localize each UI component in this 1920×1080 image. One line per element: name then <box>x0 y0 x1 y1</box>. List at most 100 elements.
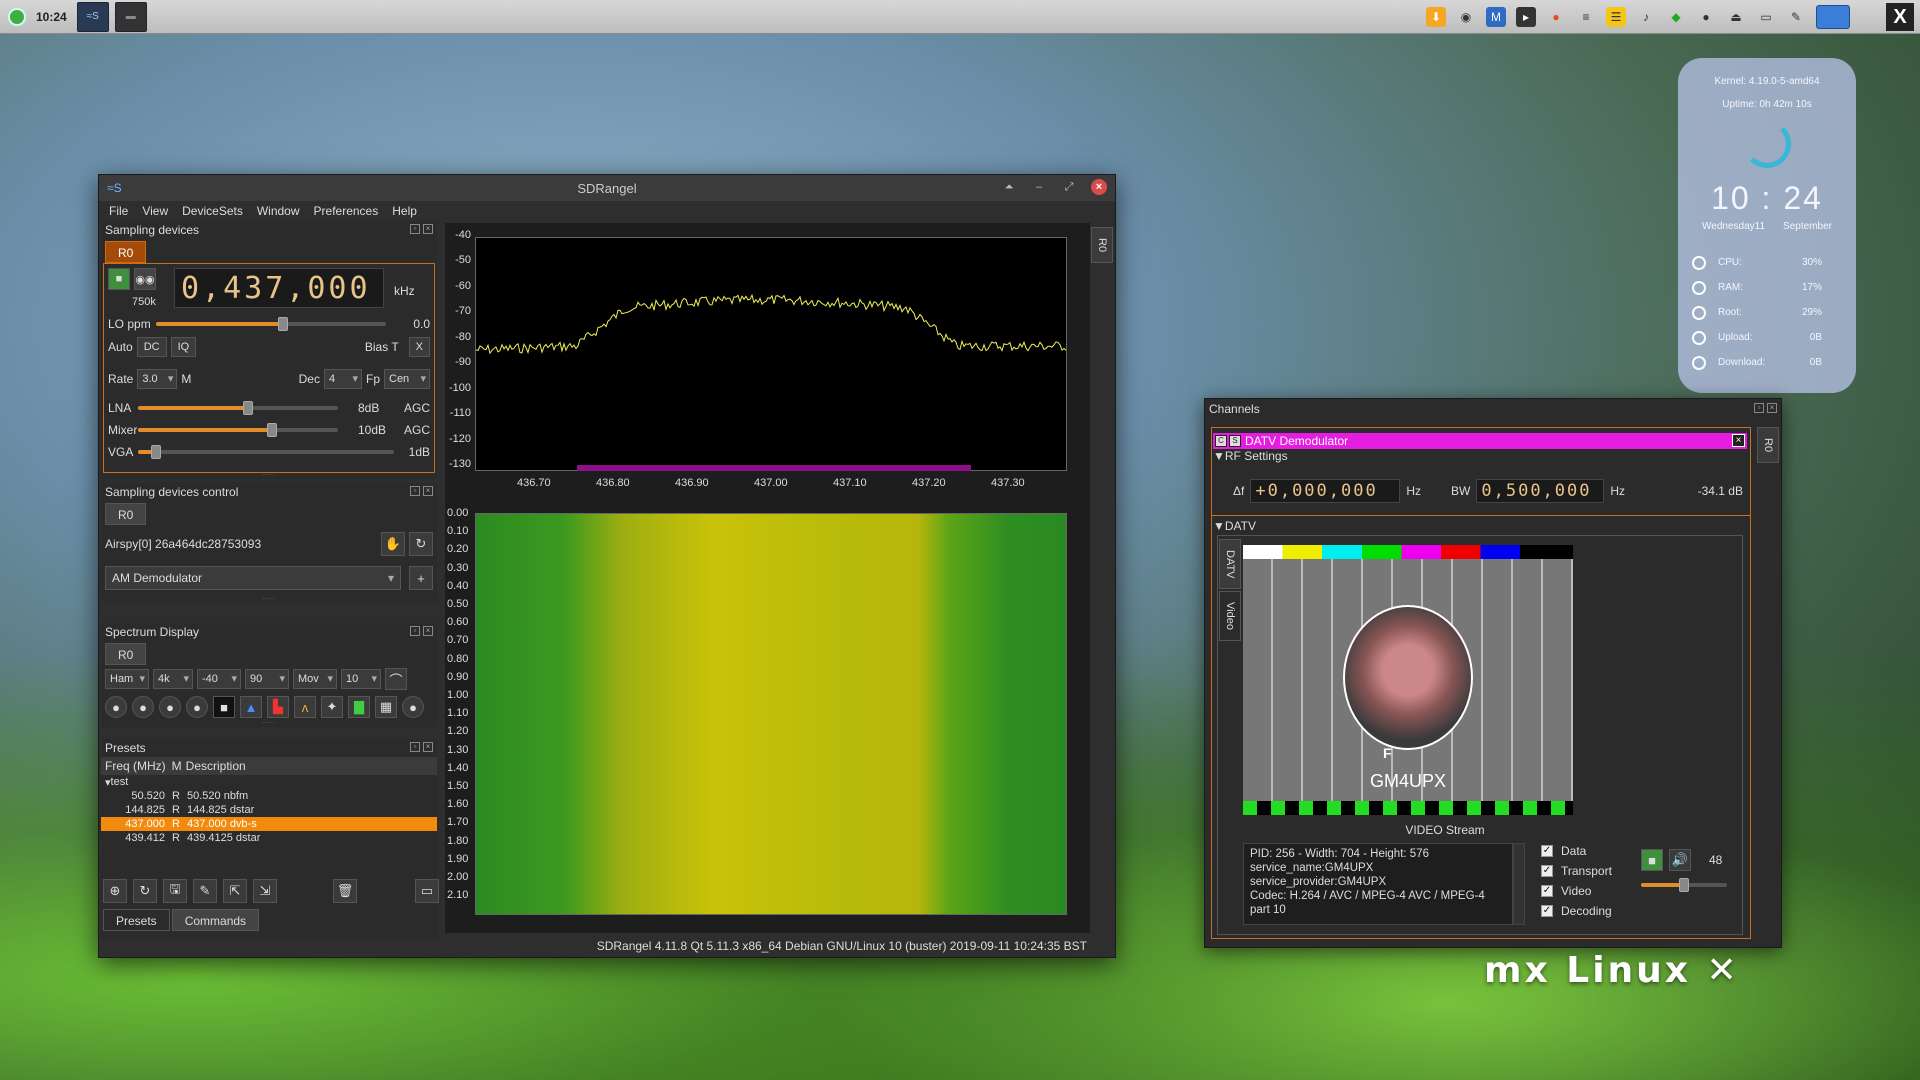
menu-help[interactable]: Help <box>392 204 417 218</box>
info-scrollbar[interactable] <box>1513 843 1525 925</box>
menu-view[interactable]: View <box>142 204 168 218</box>
preset-row[interactable]: 439.412 R 439.4125 dstar <box>101 831 437 845</box>
window-titlebar[interactable]: ≈S SDRangel ⏶ – ⤢ × <box>99 175 1115 201</box>
notes-icon[interactable]: ☰ <box>1606 7 1626 27</box>
tab-commands[interactable]: Commands <box>171 909 260 931</box>
dock-close-button[interactable]: × <box>1767 403 1777 413</box>
speaker-icon[interactable]: 🔊 <box>1669 849 1691 871</box>
start-stop-button[interactable]: ■ <box>108 268 130 290</box>
video-checkbox[interactable]: ✓ Video <box>1541 881 1612 901</box>
channel-bandwidth-marker[interactable] <box>577 465 971 471</box>
dock-close-button[interactable]: × <box>423 742 433 752</box>
delete-preset-icon[interactable]: 🗑 <box>333 879 357 903</box>
dc-button[interactable]: DC <box>136 337 167 357</box>
channel-indicator-icon[interactable]: C <box>1215 435 1227 447</box>
play-icon[interactable]: ■ <box>1641 849 1663 871</box>
camera-icon[interactable]: ◉ <box>1456 7 1476 27</box>
network-icon[interactable]: ◆ <box>1666 7 1686 27</box>
terminal-icon[interactable]: ▸ <box>1516 7 1536 27</box>
menu-window[interactable]: Window <box>257 204 300 218</box>
power-icon[interactable]: ● <box>1696 7 1716 27</box>
curve-icon[interactable]: ⌒ <box>385 668 407 690</box>
tab-video[interactable]: Video <box>1219 591 1241 641</box>
dock-close-button[interactable]: × <box>423 224 433 234</box>
new-preset-icon[interactable]: ⊕ <box>103 879 127 903</box>
color-icon[interactable]: ✦ <box>321 696 343 718</box>
updater-icon[interactable]: ≡ <box>1576 7 1596 27</box>
eject-icon[interactable]: ⏏ <box>1726 7 1746 27</box>
save-preset-icon[interactable]: 🖫 <box>163 879 187 903</box>
shade-button[interactable]: ⏶ <box>1001 179 1017 195</box>
spectrum-plot[interactable] <box>475 237 1067 471</box>
reload-icon[interactable]: ↻ <box>409 532 433 556</box>
display-icon[interactable]: ▭ <box>1756 7 1776 27</box>
bias-t-label[interactable]: Bias T <box>365 340 399 354</box>
record-button[interactable]: ◉◉ <box>134 268 156 290</box>
lo-ppm-slider[interactable] <box>156 317 386 331</box>
monitor-icon[interactable]: M <box>1486 7 1506 27</box>
menu-file[interactable]: File <box>109 204 128 218</box>
grid-icon[interactable]: ▦ <box>375 696 397 718</box>
mx-tools-icon[interactable]: X <box>1886 3 1914 31</box>
dock-grip[interactable]: ····· <box>101 595 437 603</box>
demod-close-button[interactable]: × <box>1732 434 1745 447</box>
hand-icon[interactable]: ✋ <box>381 532 405 556</box>
float-button[interactable]: ▫ <box>410 224 420 234</box>
lna-agc-checkbox[interactable]: AGC <box>404 401 430 415</box>
menu-start-icon[interactable] <box>8 7 26 26</box>
task-terminal[interactable]: ▬ <box>114 1 147 32</box>
firefox-icon[interactable]: ● <box>1546 7 1566 27</box>
decoding-checkbox[interactable]: ✓ Decoding <box>1541 901 1612 921</box>
load-preset-icon[interactable]: ▭ <box>415 879 439 903</box>
stroke-knob-icon[interactable]: ● <box>159 696 181 718</box>
add-channel-button[interactable]: + <box>409 566 433 590</box>
dec-combo[interactable]: 4 <box>323 369 362 389</box>
dock-close-button[interactable]: × <box>423 486 433 496</box>
update-preset-icon[interactable]: ↻ <box>133 879 157 903</box>
max-hold-icon[interactable]: ▙ <box>267 696 289 718</box>
bias-t-x-button[interactable]: X <box>408 337 430 357</box>
mixer-agc-checkbox[interactable]: AGC <box>404 423 430 437</box>
maximize-button[interactable]: ⤢ <box>1061 179 1077 195</box>
waterfall-icon[interactable]: ▇ <box>348 696 370 718</box>
alpha-knob-icon[interactable]: ● <box>186 696 208 718</box>
spectrum-icon[interactable]: ᴧ <box>294 696 316 718</box>
col-desc[interactable]: Description <box>186 759 246 773</box>
data-checkbox[interactable]: ✓ Data <box>1541 841 1612 861</box>
range-combo[interactable]: 90 <box>245 669 289 689</box>
tab-r0[interactable]: R0 <box>105 643 147 665</box>
volume-icon[interactable]: ♪ <box>1636 7 1656 27</box>
float-button[interactable]: ▫ <box>1754 403 1764 413</box>
channel-combo[interactable]: AM Demodulator <box>105 566 401 590</box>
decay-div-knob-icon[interactable]: ● <box>132 696 154 718</box>
delta-f-dial[interactable]: +0,000,000 <box>1250 479 1401 503</box>
rate-combo[interactable]: 3.0 <box>137 369 178 389</box>
import-preset-icon[interactable]: ⇲ <box>253 879 277 903</box>
iq-button[interactable]: IQ <box>170 337 197 357</box>
minimize-button[interactable]: – <box>1031 179 1047 195</box>
datv-header[interactable]: ▼DATV <box>1213 519 1256 533</box>
edit-preset-icon[interactable]: ✎ <box>193 879 217 903</box>
preset-row[interactable]: 50.520 R 50.520 nbfm <box>101 789 437 803</box>
side-tab-r0[interactable]: R0 <box>1091 227 1113 263</box>
export-preset-icon[interactable]: ⇱ <box>223 879 247 903</box>
side-tab-r0[interactable]: R0 <box>1757 427 1779 463</box>
decay-knob-icon[interactable]: ● <box>105 696 127 718</box>
tab-r0[interactable]: R0 <box>105 241 147 263</box>
lna-slider[interactable] <box>138 401 338 415</box>
bw-dial[interactable]: 0,500,000 <box>1476 479 1605 503</box>
dock-grip[interactable]: ····· <box>101 471 437 479</box>
close-button[interactable]: × <box>1091 179 1107 195</box>
mixer-slider[interactable] <box>138 423 338 437</box>
window-combo[interactable]: Ham <box>105 669 149 689</box>
float-button[interactable]: ▫ <box>410 486 420 496</box>
download-icon[interactable]: ⬇ <box>1426 7 1446 27</box>
float-button[interactable]: ▫ <box>410 626 420 636</box>
black-icon[interactable]: ■ <box>213 696 235 718</box>
transport-checkbox[interactable]: ✓ Transport <box>1541 861 1612 881</box>
dock-close-button[interactable]: × <box>423 626 433 636</box>
ref-level-combo[interactable]: -40 <box>197 669 241 689</box>
center-frequency-dial[interactable]: 0,437,000 <box>174 268 384 308</box>
tab-r0[interactable]: R0 <box>105 503 147 525</box>
tab-presets[interactable]: Presets <box>103 909 170 931</box>
